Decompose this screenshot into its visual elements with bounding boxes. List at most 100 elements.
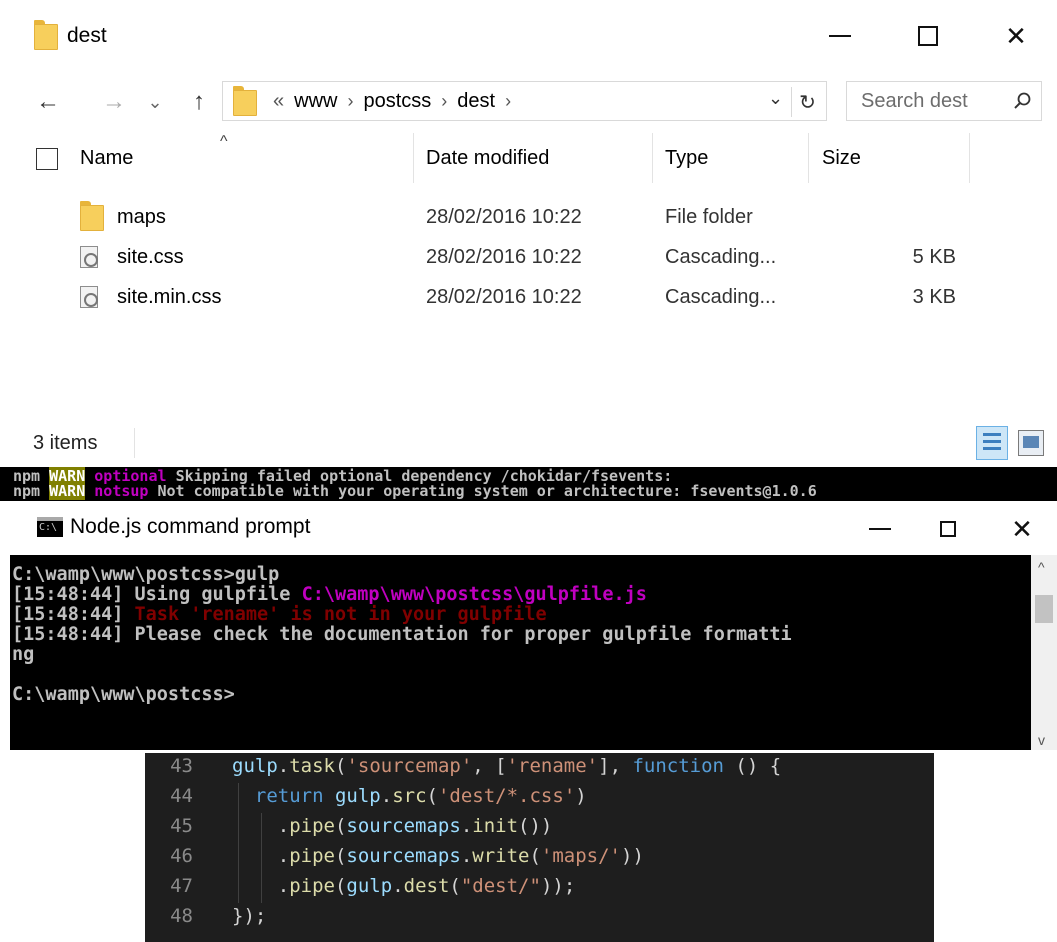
file-date: 28/02/2016 10:22	[426, 286, 582, 308]
line-number: 45	[170, 815, 193, 837]
breadcrumb-www[interactable]: www	[294, 90, 337, 113]
breadcrumb-separator-icon[interactable]: ›	[441, 91, 447, 112]
recent-locations-button[interactable]: ⌄	[144, 84, 166, 120]
npm-warning-output: npm WARN optional Skipping failed option…	[0, 467, 1057, 501]
column-header-date[interactable]: Date modified	[426, 147, 549, 170]
code-line: 45 .pipe(sourcemaps.init())	[145, 813, 934, 843]
folder-icon	[233, 86, 257, 116]
close-button[interactable]: ✕	[996, 18, 1036, 54]
breadcrumb-postcss[interactable]: postcss	[363, 90, 431, 113]
code-text: return gulp.src('dest/*.css')	[254, 785, 587, 807]
code-text: .pipe(gulp.dest("dest/"));	[232, 875, 576, 897]
breadcrumb-dest[interactable]: dest	[457, 90, 495, 113]
scroll-thumb[interactable]	[1035, 595, 1053, 623]
breadcrumb-separator-icon[interactable]: ›	[505, 91, 511, 112]
file-explorer-window: dest ✕ ← → ⌄ ↑ « www › postcss › dest › …	[0, 0, 1057, 467]
status-divider	[134, 428, 135, 458]
command-prompt-icon: C:\	[37, 517, 63, 537]
status-bar: 3 items	[0, 422, 1057, 464]
file-row-maps[interactable]: maps 28/02/2016 10:22 File folder	[0, 199, 1057, 237]
navigation-bar: ← → ⌄ ↑ « www › postcss › dest › ⌄ ↻ Sea…	[0, 78, 1057, 126]
maximize-button[interactable]	[908, 18, 948, 54]
column-divider[interactable]	[652, 133, 653, 183]
warn-badge: WARN	[49, 482, 86, 500]
breadcrumb: « www › postcss › dest ›	[273, 90, 511, 113]
file-name: maps	[117, 206, 166, 228]
breadcrumb-separator-icon[interactable]: ›	[347, 91, 353, 112]
column-header-size[interactable]: Size	[822, 147, 861, 170]
line-number: 46	[170, 845, 193, 867]
command-prompt-window: C:\ Node.js command prompt ✕ C:\wamp\www…	[0, 501, 1057, 750]
line-number: 44	[170, 785, 193, 807]
code-line: 46 .pipe(sourcemaps.write('maps/'))	[145, 843, 934, 873]
search-placeholder: Search dest	[861, 90, 968, 112]
file-date: 28/02/2016 10:22	[426, 246, 582, 268]
search-icon[interactable]	[1013, 92, 1031, 110]
file-size: 3 KB	[912, 286, 956, 308]
file-type: Cascading...	[665, 286, 777, 308]
refresh-button[interactable]: ↻	[791, 87, 823, 117]
minimize-button[interactable]	[860, 511, 900, 547]
large-icons-view-icon[interactable]	[1018, 430, 1044, 456]
line-number: 48	[170, 905, 193, 927]
console-scrollbar[interactable]: ^ v	[1031, 555, 1057, 750]
breadcrumb-overflow[interactable]: «	[273, 90, 284, 113]
minimize-button[interactable]	[820, 18, 860, 54]
code-editor[interactable]: 43 gulp.task('sourcemap', ['rename'], fu…	[145, 753, 934, 942]
column-header-name[interactable]: Name	[80, 147, 133, 170]
npm-warning-line: npm WARN notsup Not compatible with your…	[13, 482, 817, 500]
console-prompt-line: C:\wamp\www\postcss>	[12, 684, 235, 705]
minimize-icon	[829, 35, 851, 37]
console-output[interactable]: C:\wamp\www\postcss>gulp [15:48:44] Using…	[10, 555, 1031, 750]
address-bar[interactable]: « www › postcss › dest › ⌄ ↻	[222, 81, 827, 121]
minimize-icon	[869, 528, 891, 530]
back-arrow-icon: ←	[36, 88, 60, 115]
line-number: 43	[170, 755, 193, 777]
code-line: 43 gulp.task('sourcemap', ['rename'], fu…	[145, 753, 934, 783]
up-button[interactable]: ↑	[184, 84, 214, 120]
file-row-site-min-css[interactable]: site.min.css 28/02/2016 10:22 Cascading.…	[0, 279, 1057, 317]
scroll-up-icon[interactable]: ^	[1038, 559, 1045, 575]
close-button[interactable]: ✕	[1002, 511, 1042, 547]
column-divider[interactable]	[808, 133, 809, 183]
close-icon: ✕	[1011, 513, 1033, 544]
file-row-site-css[interactable]: site.css 28/02/2016 10:22 Cascading... 5…	[0, 239, 1057, 277]
chevron-down-icon: ⌄	[147, 91, 163, 112]
folder-icon	[34, 20, 58, 50]
up-arrow-icon: ↑	[193, 88, 205, 115]
forward-button[interactable]: →	[98, 84, 130, 120]
sort-ascending-icon: ^	[220, 133, 228, 150]
gulpfile-path: C:\wamp\www\postcss\gulpfile.js	[301, 584, 647, 605]
code-text: gulp.task('sourcemap', ['rename'], funct…	[232, 755, 782, 777]
details-view-icon[interactable]	[976, 426, 1008, 460]
console-line: [15:48:44] Please check the documentatio…	[12, 624, 792, 645]
file-name: site.css	[117, 246, 184, 268]
window-title: dest	[67, 24, 107, 47]
column-divider[interactable]	[413, 133, 414, 183]
code-text: .pipe(sourcemaps.write('maps/'))	[232, 845, 644, 867]
forward-arrow-icon: →	[102, 88, 126, 115]
console-line: [15:48:44] Task 'rename' is not in your …	[12, 604, 547, 625]
error-message: Task 'rename' is not in your gulpfile	[134, 604, 547, 625]
file-name: site.min.css	[117, 286, 222, 308]
css-file-icon	[80, 286, 98, 308]
scroll-down-icon[interactable]: v	[1038, 732, 1045, 748]
column-divider[interactable]	[969, 133, 970, 183]
file-size: 5 KB	[912, 246, 956, 268]
code-text: .pipe(sourcemaps.init())	[232, 815, 553, 837]
address-dropdown-icon[interactable]: ⌄	[768, 88, 783, 109]
refresh-icon: ↻	[799, 91, 816, 114]
close-icon: ✕	[1005, 20, 1027, 51]
search-input[interactable]: Search dest	[846, 81, 1042, 121]
back-button[interactable]: ←	[32, 84, 64, 120]
code-line: 47 .pipe(gulp.dest("dest/"));	[145, 873, 934, 903]
item-count: 3 items	[33, 432, 98, 454]
select-all-checkbox[interactable]	[36, 148, 58, 170]
console-titlebar: C:\ Node.js command prompt ✕	[0, 501, 1057, 555]
file-date: 28/02/2016 10:22	[426, 206, 582, 228]
column-header-type[interactable]: Type	[665, 147, 708, 170]
maximize-button[interactable]	[928, 511, 968, 547]
maximize-icon	[918, 26, 938, 46]
code-line: 48 });	[145, 903, 934, 933]
